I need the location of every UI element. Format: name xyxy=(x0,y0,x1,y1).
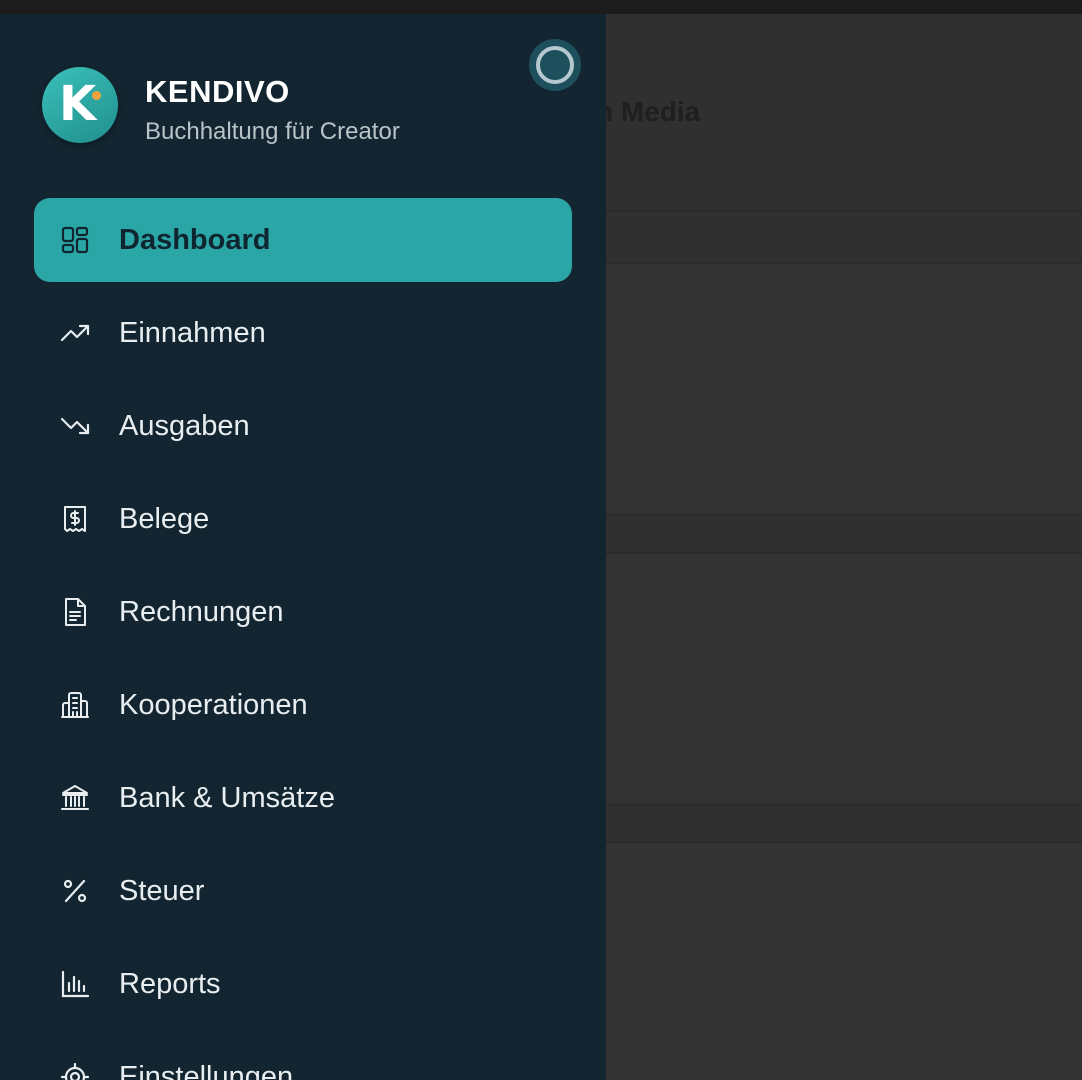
status-bar xyxy=(0,0,1082,14)
dashboard-grid-icon xyxy=(60,225,90,255)
background-page: n Media xyxy=(606,14,1082,1080)
sidebar-item-label: Ausgaben xyxy=(119,410,250,442)
building-icon xyxy=(60,690,90,720)
percent-icon xyxy=(60,876,90,906)
document-icon xyxy=(60,597,90,627)
bar-chart-icon xyxy=(60,969,90,999)
divider xyxy=(606,804,1082,806)
brand-subtitle: Buchhaltung für Creator xyxy=(145,118,400,145)
gear-icon xyxy=(60,1062,90,1080)
close-drawer-button[interactable] xyxy=(529,39,581,91)
sidebar-item-label: Einnahmen xyxy=(119,317,266,349)
sidebar-item-ausgaben[interactable]: Ausgaben xyxy=(34,384,572,468)
sidebar-item-belege[interactable]: Belege xyxy=(34,477,572,561)
sidebar-item-label: Steuer xyxy=(119,875,205,907)
sidebar-item-label: Dashboard xyxy=(119,224,271,256)
sidebar-item-bank-umsaetze[interactable]: Bank & Umsätze xyxy=(34,756,572,840)
background-card xyxy=(606,554,1082,804)
sidebar-item-einnahmen[interactable]: Einnahmen xyxy=(34,291,572,375)
trending-down-icon xyxy=(60,411,90,441)
bank-icon xyxy=(60,783,90,813)
sidebar-item-label: Reports xyxy=(119,968,221,1000)
divider xyxy=(606,210,1082,212)
brand-name: KENDIVO xyxy=(145,74,290,109)
sidebar-item-label: Einstellungen xyxy=(119,1061,294,1080)
sidebar-item-label: Rechnungen xyxy=(119,596,284,628)
background-card xyxy=(606,264,1082,514)
sidebar-item-einstellungen[interactable]: Einstellungen xyxy=(34,1035,572,1080)
logo-accent-dot xyxy=(92,91,101,100)
background-card xyxy=(606,843,1082,1080)
background-page-title: n Media xyxy=(606,96,701,127)
trending-up-icon xyxy=(60,318,90,348)
divider xyxy=(606,514,1082,516)
sidebar-item-dashboard[interactable]: Dashboard xyxy=(34,198,572,282)
sidebar-item-label: Kooperationen xyxy=(119,689,308,721)
sidebar-item-rechnungen[interactable]: Rechnungen xyxy=(34,570,572,654)
kendivo-logo: K xyxy=(42,67,118,143)
sidebar-item-label: Bank & Umsätze xyxy=(119,782,335,814)
receipt-icon xyxy=(60,504,90,534)
sidebar-item-reports[interactable]: Reports xyxy=(34,942,572,1026)
sidebar-item-steuer[interactable]: Steuer xyxy=(34,849,572,933)
sidebar-drawer: K KENDIVO Buchhaltung für Creator Dashbo… xyxy=(0,14,606,1080)
circle-icon xyxy=(536,46,574,84)
sidebar-item-kooperationen[interactable]: Kooperationen xyxy=(34,663,572,747)
sidebar-item-label: Belege xyxy=(119,503,210,535)
